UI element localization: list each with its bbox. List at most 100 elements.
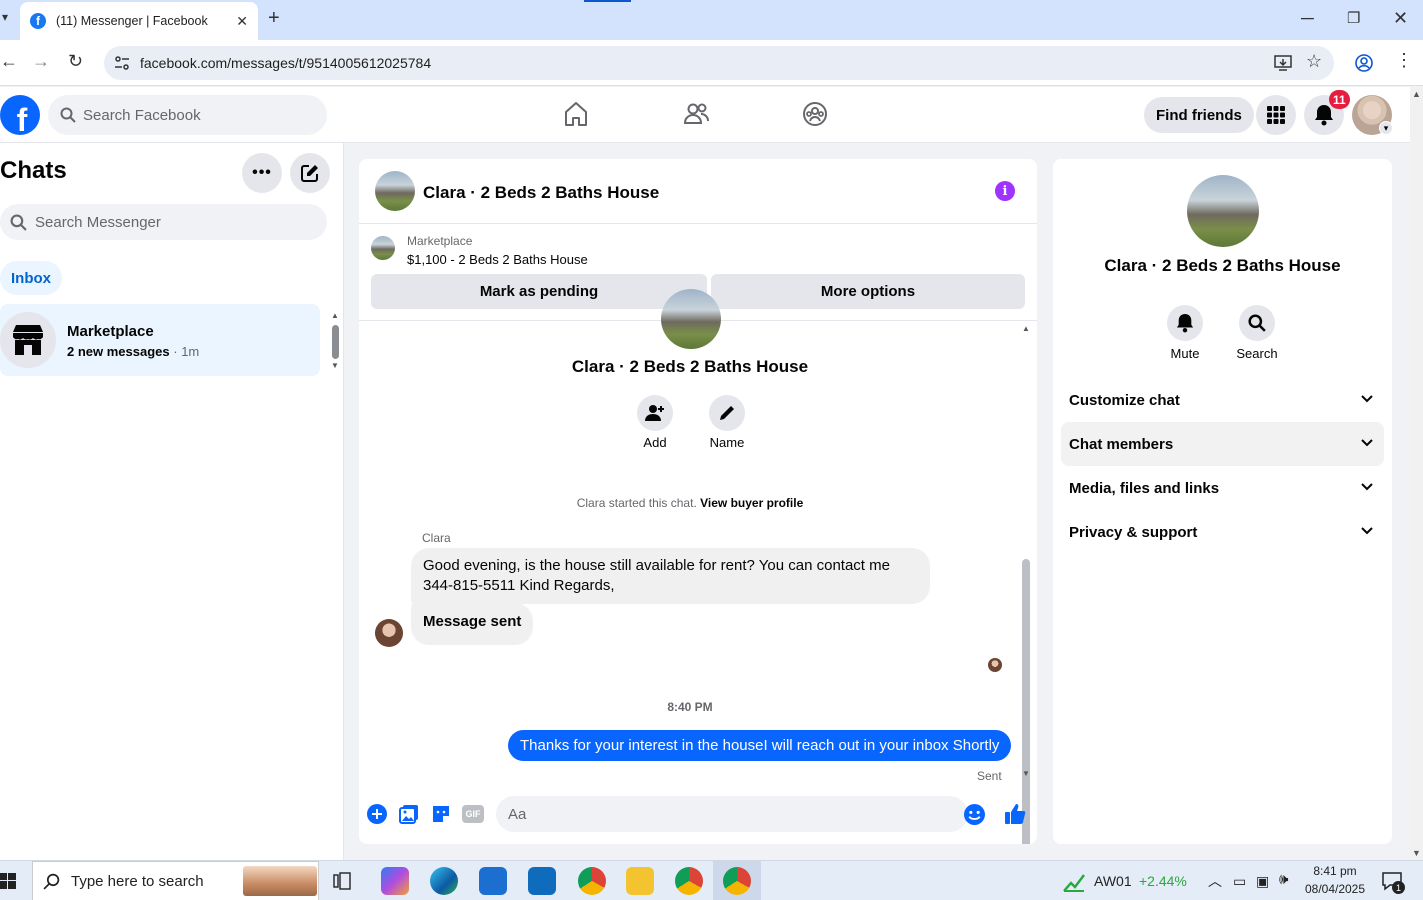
- edit-name-button[interactable]: Name: [709, 395, 745, 450]
- scroll-up-arrow-icon[interactable]: ▲: [331, 311, 339, 320]
- mark-as-pending-button[interactable]: Mark as pending: [371, 274, 707, 309]
- chat-item-time: · 1m: [173, 344, 200, 359]
- page-scrollbar[interactable]: ▲ ▼: [1410, 87, 1423, 860]
- conversation-avatar[interactable]: [375, 171, 415, 211]
- taskbar-search-box[interactable]: Type here to search: [32, 861, 319, 900]
- listing-title[interactable]: $1,100 - 2 Beds 2 Baths House: [407, 252, 588, 267]
- copilot-icon[interactable]: [381, 867, 409, 895]
- battery-icon[interactable]: ▭: [1233, 873, 1246, 890]
- groups-icon[interactable]: [802, 101, 828, 127]
- view-buyer-profile-link[interactable]: View buyer profile: [700, 496, 803, 510]
- forward-icon[interactable]: →: [32, 51, 50, 72]
- scroll-down-arrow-icon[interactable]: ▼: [1412, 848, 1421, 858]
- new-tab-icon[interactable]: +: [268, 7, 280, 30]
- outgoing-message-bubble[interactable]: Thanks for your interest in the houseI w…: [508, 730, 1012, 761]
- stock-name[interactable]: AW01: [1094, 873, 1132, 889]
- chrome-icon[interactable]: [675, 867, 703, 895]
- info-icon[interactable]: i: [995, 181, 1015, 201]
- chat-list-item[interactable]: Marketplace 2 new messages · 1m: [0, 304, 320, 376]
- emoji-icon[interactable]: [964, 804, 985, 825]
- tab-list-chevron-icon[interactable]: ▾: [2, 10, 8, 24]
- tab-title: (11) Messenger | Facebook: [56, 14, 208, 28]
- plus-circle-icon[interactable]: [367, 804, 387, 824]
- photo-icon[interactable]: [399, 804, 419, 824]
- minimize-icon[interactable]: ─: [1301, 8, 1314, 29]
- menu-grid-button[interactable]: [1256, 95, 1296, 135]
- add-people-button[interactable]: Add: [637, 395, 673, 450]
- tab-close-icon[interactable]: ✕: [236, 13, 248, 30]
- inbox-tab[interactable]: Inbox: [0, 261, 62, 295]
- task-view-icon[interactable]: [333, 872, 351, 890]
- info-name: Clara · 2 Beds 2 Baths House: [1104, 256, 1341, 275]
- incoming-message-bubble[interactable]: Good evening, is the house still availab…: [411, 548, 930, 604]
- conversation-title[interactable]: Clara · 2 Beds 2 Baths House: [423, 183, 659, 203]
- section-label: Privacy & support: [1069, 523, 1198, 541]
- clock-date[interactable]: 08/04/2025: [1303, 882, 1367, 896]
- incoming-message-bubble[interactable]: Message sent: [411, 603, 534, 645]
- privacy-support-section[interactable]: Privacy & support: [1061, 510, 1384, 554]
- facebook-logo[interactable]: f: [0, 95, 40, 135]
- edge-icon[interactable]: [430, 867, 458, 895]
- profile-icon[interactable]: [1355, 54, 1373, 72]
- bookmark-star-icon[interactable]: ☆: [1306, 51, 1322, 72]
- chrome-icon[interactable]: [578, 867, 606, 895]
- file-explorer-icon[interactable]: [626, 867, 654, 895]
- conversation-header: Clara · 2 Beds 2 Baths House i: [359, 159, 1037, 224]
- reload-icon[interactable]: ↻: [68, 51, 83, 72]
- volume-icon[interactable]: 🕪: [1279, 871, 1288, 888]
- chevron-down-icon: [1360, 436, 1374, 450]
- store-icon[interactable]: [479, 867, 507, 895]
- chat-list-scrollbar[interactable]: ▲ ▼: [331, 311, 340, 371]
- home-icon[interactable]: [564, 101, 588, 127]
- friends-icon[interactable]: [683, 101, 709, 127]
- facebook-search-input[interactable]: Search Facebook: [48, 95, 327, 135]
- search-in-chat-button[interactable]: Search: [1236, 305, 1278, 361]
- sender-avatar[interactable]: [375, 619, 403, 647]
- chrome-icon[interactable]: [723, 867, 751, 895]
- scroll-up-arrow-icon[interactable]: ▲: [1412, 89, 1421, 99]
- tray-chevron-up-icon[interactable]: ︿: [1208, 871, 1222, 891]
- install-app-icon[interactable]: [1274, 54, 1292, 72]
- account-chevron-down-icon[interactable]: ▾: [1379, 121, 1393, 135]
- message-input[interactable]: Aa: [496, 796, 968, 832]
- sticker-icon[interactable]: [431, 804, 451, 824]
- chat-list-scroll-thumb[interactable]: [332, 325, 339, 359]
- search-highlight-image: [243, 866, 317, 896]
- notification-center-badge: 1: [1392, 881, 1405, 894]
- network-icon[interactable]: ▣: [1256, 873, 1269, 890]
- browser-tab-bar: ▾ f (11) Messenger | Facebook ✕ + ─ ❐ ✕: [0, 0, 1423, 40]
- bell-icon: [1314, 104, 1334, 126]
- windows-start-icon[interactable]: [0, 873, 16, 889]
- chats-options-button[interactable]: •••: [242, 153, 282, 193]
- browser-tab[interactable]: f (11) Messenger | Facebook ✕: [20, 2, 258, 40]
- mute-button[interactable]: Mute: [1167, 305, 1203, 361]
- site-info-icon[interactable]: [114, 55, 130, 71]
- marketplace-avatar: [0, 312, 56, 368]
- scroll-up-arrow-icon[interactable]: ▲: [1022, 324, 1030, 333]
- notification-badge: 11: [1329, 90, 1350, 109]
- scroll-down-arrow-icon[interactable]: ▼: [331, 361, 339, 370]
- conversation-panel: Clara · 2 Beds 2 Baths House i Marketpla…: [359, 159, 1037, 844]
- messenger-search-input[interactable]: Search Messenger: [0, 204, 327, 240]
- media-files-links-section[interactable]: Media, files and links: [1061, 466, 1384, 510]
- listing-thumbnail[interactable]: [371, 236, 395, 260]
- scroll-down-arrow-icon[interactable]: ▼: [1022, 769, 1030, 778]
- url-bar[interactable]: facebook.com/messages/t/9514005612025784: [104, 46, 1334, 80]
- back-icon[interactable]: ←: [0, 51, 18, 72]
- more-options-button[interactable]: More options: [711, 274, 1025, 309]
- chat-item-preview-text: 2 new messages: [67, 344, 170, 359]
- thumbs-up-icon[interactable]: [1004, 803, 1026, 825]
- find-friends-button[interactable]: Find friends: [1144, 97, 1254, 133]
- browser-menu-icon[interactable]: ⋮: [1395, 50, 1413, 71]
- chat-members-section[interactable]: Chat members: [1061, 422, 1384, 466]
- window-close-icon[interactable]: ✕: [1393, 8, 1408, 29]
- stock-chart-icon[interactable]: [1062, 869, 1086, 893]
- customize-chat-section[interactable]: Customize chat: [1061, 378, 1384, 422]
- chat-item-name: Marketplace: [67, 323, 154, 340]
- thread-avatar: [661, 289, 721, 349]
- gif-icon[interactable]: GIF: [462, 805, 484, 823]
- new-message-button[interactable]: [290, 153, 330, 193]
- clock-time[interactable]: 8:41 pm: [1305, 864, 1365, 878]
- outlook-icon[interactable]: [528, 867, 556, 895]
- restore-icon[interactable]: ❐: [1347, 9, 1360, 27]
